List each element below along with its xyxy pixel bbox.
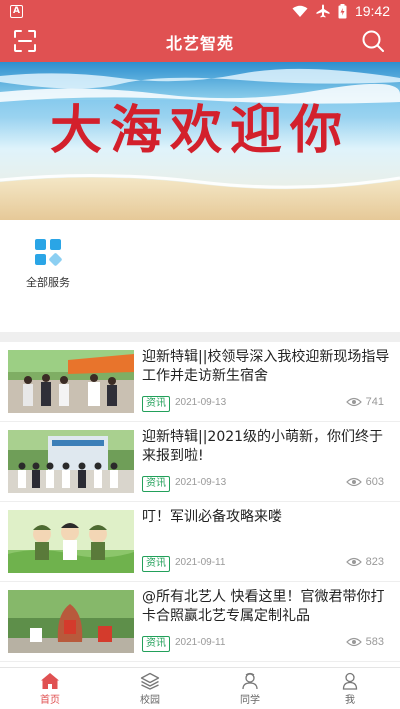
eye-icon xyxy=(345,477,362,487)
news-views: 583 xyxy=(345,636,384,648)
banner-image: 大海欢迎你 xyxy=(0,62,400,220)
view-count: 583 xyxy=(365,636,384,648)
news-list: 迎新特辑||校领导深入我校迎新现场指导工作并走访新生宿舍 资讯 2021-09-… xyxy=(0,342,400,667)
news-tag: 资讯 xyxy=(142,396,170,412)
nav-classmates[interactable]: 同学 xyxy=(200,668,300,709)
news-date: 2021-09-11 xyxy=(175,637,226,648)
wifi-icon xyxy=(292,5,308,17)
scan-icon xyxy=(14,30,36,52)
view-count: 741 xyxy=(365,396,384,408)
news-title: 叮！军训必备攻略来喽 xyxy=(142,509,282,525)
news-views: 741 xyxy=(345,396,384,408)
home-banner[interactable]: 大海欢迎你 xyxy=(0,62,400,220)
view-count: 823 xyxy=(365,556,384,568)
view-count: 603 xyxy=(365,476,384,488)
news-views: 603 xyxy=(345,476,384,488)
grid-icon xyxy=(35,239,62,266)
nav-campus[interactable]: 校园 xyxy=(100,668,200,709)
eye-icon xyxy=(345,637,362,647)
news-date: 2021-09-11 xyxy=(175,557,226,568)
app-header: 北艺智苑 xyxy=(0,22,400,62)
page-title: 北艺智苑 xyxy=(165,34,234,53)
news-thumbnail xyxy=(8,590,134,653)
news-date: 2021-09-13 xyxy=(175,397,227,408)
status-bar: A 19:42 xyxy=(0,0,400,22)
news-item[interactable]: @所有北艺人 快看这里！官微君带你打卡合照赢北艺专属定制礼品 资讯 2021-0… xyxy=(0,582,400,662)
news-title: 迎新特辑||2021级的小萌新，你们终于来报到啦! xyxy=(142,429,384,464)
eye-icon xyxy=(345,557,362,567)
banner-text: 大海欢迎你 xyxy=(50,100,350,161)
nav-me[interactable]: 我 xyxy=(300,668,400,709)
news-views: 823 xyxy=(345,556,384,568)
section-divider xyxy=(0,332,400,342)
news-thumbnail xyxy=(8,350,134,413)
news-date: 2021-09-13 xyxy=(175,477,227,488)
all-services-button[interactable]: 全部服务 xyxy=(18,238,78,290)
search-button[interactable] xyxy=(360,28,386,54)
nav-label: 首页 xyxy=(40,694,60,706)
news-tag: 资讯 xyxy=(142,556,170,572)
nav-label: 校园 xyxy=(140,694,160,706)
news-title: @所有北艺人 快看这里！官微君带你打卡合照赢北艺专属定制礼品 xyxy=(142,589,385,624)
nav-label: 我 xyxy=(345,694,355,706)
classmates-icon xyxy=(242,672,258,689)
services-panel: 全部服务 xyxy=(0,220,400,332)
news-item[interactable]: 叮！军训必备攻略来喽 资讯 2021-09-11 823 xyxy=(0,502,400,582)
nav-label: 同学 xyxy=(240,694,260,706)
bottom-nav: 首页 校园 同学 我 xyxy=(0,667,400,709)
news-item[interactable]: 迎新特辑||校领导深入我校迎新现场指导工作并走访新生宿舍 资讯 2021-09-… xyxy=(0,342,400,422)
scan-button[interactable] xyxy=(12,28,38,54)
news-tag: 资讯 xyxy=(142,476,170,492)
service-label: 全部服务 xyxy=(26,276,70,289)
airplane-icon xyxy=(316,4,330,18)
status-time: 19:42 xyxy=(354,3,390,19)
news-thumbnail xyxy=(8,510,134,573)
news-tag: 资讯 xyxy=(142,636,170,652)
nav-home[interactable]: 首页 xyxy=(0,668,100,709)
eye-icon xyxy=(345,397,362,407)
search-icon xyxy=(362,30,384,52)
news-item[interactable]: 迎新特辑||2021级的小萌新，你们终于来报到啦! 资讯 2021-09-13 … xyxy=(0,422,400,502)
person-icon xyxy=(342,672,358,690)
notification-app-icon: A xyxy=(10,4,23,18)
battery-icon xyxy=(338,3,347,18)
layers-icon xyxy=(140,672,160,690)
home-icon xyxy=(41,672,59,689)
news-title: 迎新特辑||校领导深入我校迎新现场指导工作并走访新生宿舍 xyxy=(142,349,390,384)
news-thumbnail xyxy=(8,430,134,493)
